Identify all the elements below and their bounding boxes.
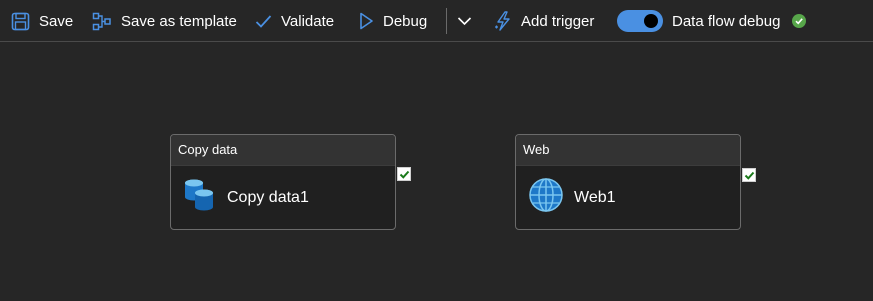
debug-label: Debug: [383, 12, 428, 30]
save-as-template-label: Save as template: [121, 12, 237, 30]
data-flow-debug-label-wrap: Data flow debug: [672, 0, 780, 42]
data-flow-debug-toggle[interactable]: [617, 10, 663, 32]
activity-success-checkbox[interactable]: [742, 168, 756, 182]
debug-play-icon: [359, 12, 374, 30]
activity-name: Web1: [574, 188, 616, 206]
toolbar-divider: [446, 8, 447, 34]
add-trigger-button[interactable]: Add trigger: [494, 0, 594, 42]
activity-copy-data[interactable]: Copy data Copy data1: [170, 134, 396, 230]
save-icon: [11, 12, 30, 31]
validate-label: Validate: [281, 12, 335, 30]
activity-success-checkbox[interactable]: [397, 167, 411, 181]
copy-data-icon: [183, 177, 217, 218]
status-ok-icon: [792, 14, 806, 28]
trigger-icon: [494, 11, 512, 31]
save-button[interactable]: Save: [11, 0, 73, 42]
pipeline-toolbar: Save Save as template Validate Debug Add…: [0, 0, 873, 42]
debug-button[interactable]: Debug: [359, 0, 427, 42]
activity-name: Copy data1: [227, 188, 309, 206]
validate-button[interactable]: Validate: [255, 0, 334, 42]
save-as-template-icon: [92, 12, 112, 31]
chevron-down-icon: [457, 16, 472, 26]
save-label: Save: [39, 12, 74, 30]
save-as-template-button[interactable]: Save as template: [92, 0, 237, 42]
add-trigger-label: Add trigger: [521, 12, 595, 30]
debug-options-dropdown[interactable]: [457, 0, 472, 42]
activity-web[interactable]: Web Web1: [515, 134, 741, 230]
activity-type-label: Copy data: [171, 135, 395, 166]
globe-icon: [528, 177, 564, 218]
activity-type-label: Web: [516, 135, 740, 166]
validate-check-icon: [255, 14, 272, 29]
toggle-knob: [644, 14, 658, 28]
data-flow-debug-label: Data flow debug: [672, 12, 781, 30]
